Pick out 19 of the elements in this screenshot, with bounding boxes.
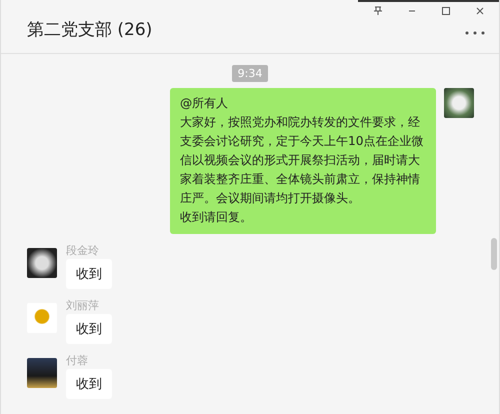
sender-name: 刘丽萍	[66, 299, 99, 312]
pin-icon[interactable]	[373, 6, 383, 16]
photo-placeholder	[27, 303, 57, 333]
message-text: 大家好，按照党办和院办转发的文件要求，经支委会讨论研究，定于今天上午10点在企业微信以视频会议的形式开展祭扫活动，届时请大家着装整齐庄重、全体镜头前肃立，保持神情庄严。会议期间请均打开摄像头。	[180, 114, 425, 207]
message-text: 收到请回复。	[180, 209, 253, 226]
message-bubble: 收到	[66, 314, 112, 344]
photo-placeholder	[27, 358, 57, 388]
scrollbar-thumb[interactable]	[491, 238, 497, 270]
photo-placeholder	[27, 248, 57, 278]
window-title: 第二党支部 (26)	[27, 19, 152, 41]
sender-name: 付蓉	[66, 354, 88, 367]
close-icon[interactable]	[475, 6, 485, 16]
more-icon[interactable]	[465, 30, 485, 34]
sender-name: 段金玲	[66, 244, 99, 257]
maximize-icon[interactable]	[441, 6, 451, 16]
message-bubble: 收到	[66, 259, 112, 289]
photo-placeholder	[444, 88, 474, 118]
message-bubble: 收到	[66, 369, 112, 399]
mention-text: @所有人	[180, 95, 230, 112]
